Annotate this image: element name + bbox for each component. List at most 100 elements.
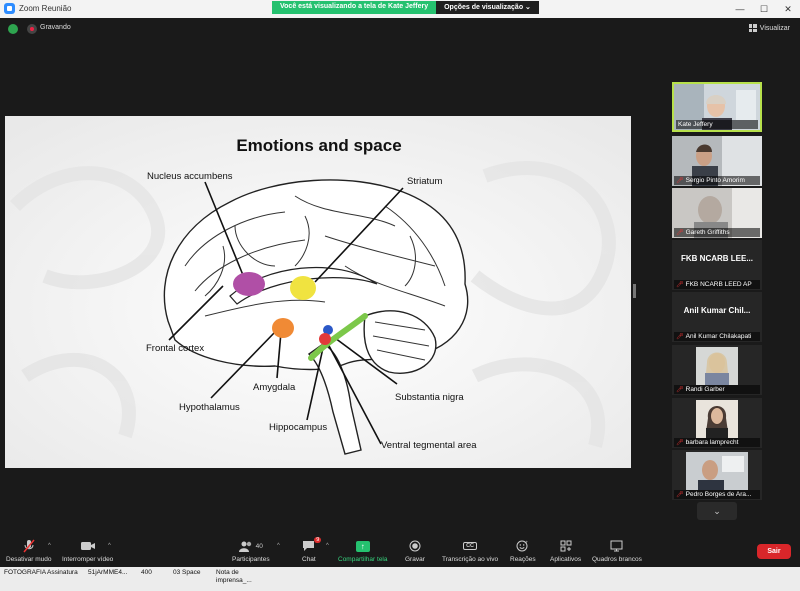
close-icon[interactable]: ✕ [776,0,800,18]
chevron-up-icon[interactable]: ^ [108,543,111,549]
participant-name: 🎤︎ Pedro Borges de Ara... [674,490,760,499]
transcription-button[interactable]: CC Transcrição ao vivo [442,539,498,563]
participants-label: Participantes [232,556,270,563]
chevron-up-icon[interactable]: ^ [277,543,280,549]
video-camera-icon [80,539,96,553]
reactions-label: Reações [510,556,536,563]
share-message: Você está visualizando a tela de Kate Je… [272,1,437,14]
chat-button[interactable]: 9 Chat [302,537,322,563]
window-titlebar: Zoom Reunião Você está visualizando a te… [0,0,800,18]
chat-bubble-icon: 9 [302,537,322,553]
apps-label: Aplicativos [550,556,582,563]
taskbar-item[interactable]: Nota de imprensa_... [216,569,252,585]
participant-tile[interactable]: 🎤︎ barbara lamprecht [672,398,762,448]
muted-mic-icon: 🎤︎ [676,492,684,498]
share-screen-button[interactable]: ↑ Compartilhar tela [338,539,388,563]
app-title-group: Zoom Reunião [4,3,71,14]
label-amygdala: Amygdala [253,382,296,393]
chevron-down-icon: ⌄ [525,4,531,11]
whiteboard-icon [610,539,623,553]
status-row: Gravando Visualizar [0,18,800,40]
smiley-plus-icon: + [516,539,529,553]
chat-badge: 9 [314,537,322,543]
participant-tile[interactable]: Anil Kumar Chil... 🎤︎ Anil Kumar Chilakap… [672,292,762,342]
view-options-label: Opções de visualização [444,4,524,11]
participant-tile[interactable]: 🎤︎ Pedro Borges de Ara... [672,450,762,500]
minimize-icon[interactable]: — [728,0,752,18]
share-label: Compartilhar tela [338,556,388,563]
muted-mic-icon: 🎤︎ [676,282,684,288]
muted-mic-icon: 🎤︎ [676,178,684,184]
participant-name: 🎤︎ barbara lamprecht [674,438,760,447]
slide-title: Emotions and space [236,136,402,155]
label-nucleus-accumbens: Nucleus accumbens [147,171,233,182]
chevron-down-icon: ⌄ [713,505,721,516]
participant-initials: FKB NCARB LEE... [681,254,753,263]
taskbar-item[interactable]: 03 Space [173,569,200,577]
resize-handle[interactable] [633,284,636,298]
view-button[interactable]: Visualizar [748,24,790,32]
os-taskbar: FOTOGRAFIA Assinatura 51jArMME4... 400 0… [0,567,800,591]
participant-tile[interactable]: FKB NCARB LEE... 🎤︎ FKB NCARB LEED AP [672,240,762,290]
taskbar-item[interactable]: 51jArMME4... [88,569,127,577]
meeting-toolbar: Desativar mudo ^ Interromper vídeo ^ 40 … [0,535,800,567]
gallery-scroll-down-button[interactable]: ⌄ [697,502,737,520]
share-banner: Você está visualizando a tela de Kate Je… [272,1,539,14]
muted-mic-icon: 🎤︎ [676,387,684,393]
participant-tile[interactable]: Kate Jeffery [672,82,762,132]
label-ventral-tegmental-area: Ventral tegmental area [381,440,477,451]
muted-mic-icon: 🎤︎ [676,440,684,446]
participants-count: 40 [255,542,263,550]
mute-label: Desativar mudo [6,556,52,563]
maximize-icon[interactable]: ☐ [752,0,776,18]
chevron-up-icon[interactable]: ^ [326,543,329,549]
video-button[interactable]: Interromper vídeo [62,539,113,563]
label-hypothalamus: Hypothalamus [179,402,240,413]
reactions-button[interactable]: + Reações [510,539,536,563]
participant-name: 🎤︎ FKB NCARB LEED AP [674,280,760,289]
mute-button[interactable]: Desativar mudo [6,539,52,563]
transcription-label: Transcrição ao vivo [442,556,499,563]
record-button[interactable]: Gravar [405,539,425,563]
label-striatum: Striatum [407,176,443,187]
chat-label: Chat [302,556,316,563]
apps-button[interactable]: Aplicativos [550,539,581,563]
participant-name: 🎤︎ Sergio Pinto Amorim [674,176,760,185]
leave-button[interactable]: Sair [757,544,791,559]
muted-mic-icon [23,539,35,553]
grid-view-icon [748,24,757,32]
svg-text:+: + [526,540,529,545]
participant-initials: Anil Kumar Chil... [683,306,751,315]
taskbar-item[interactable]: 400 [141,569,152,577]
view-options-button[interactable]: Opções de visualização ⌄ [436,1,539,14]
record-label: Gravar [405,556,425,563]
participant-name: 🎤︎ Randi Garber [674,385,760,394]
recording-label: Gravando [40,24,71,31]
window-title: Zoom Reunião [19,4,72,13]
share-screen-icon: ↑ [355,539,370,553]
zoom-logo-icon [4,3,15,14]
view-label: Visualizar [759,24,790,32]
participants-button[interactable]: 40 Participantes [232,539,270,563]
closed-caption-icon: CC [463,539,478,553]
chevron-up-icon[interactable]: ^ [48,543,51,549]
label-hippocampus: Hippocampus [269,422,328,433]
shared-screen: Emotions and space Nucleus accumbens Str… [5,116,631,468]
participant-tile[interactable]: 🎤︎ Randi Garber [672,345,762,395]
shield-icon[interactable] [8,24,18,34]
label-frontal-cortex: Frontal cortex [146,343,205,354]
participant-name: 🎤︎ Gareth Griffiths [674,228,760,237]
participant-name: 🎤︎ Anil Kumar Chilakapati [674,332,760,341]
participant-tile[interactable]: 🎤︎ Sergio Pinto Amorim [672,136,762,186]
label-substantia-nigra: Substantia nigra [395,392,464,403]
taskbar-item[interactable]: FOTOGRAFIA [4,569,46,577]
participants-icon: 40 [238,539,263,553]
participant-tile[interactable]: 🎤︎ Gareth Griffiths [672,188,762,238]
record-dot-icon[interactable] [27,24,37,34]
brain-illustration [5,116,631,468]
window-controls: — ☐ ✕ [728,0,800,18]
whiteboards-button[interactable]: Quadros brancos [592,539,642,563]
taskbar-item[interactable]: Assinatura [47,569,78,577]
record-icon [409,539,421,553]
muted-mic-icon: 🎤︎ [676,230,684,236]
